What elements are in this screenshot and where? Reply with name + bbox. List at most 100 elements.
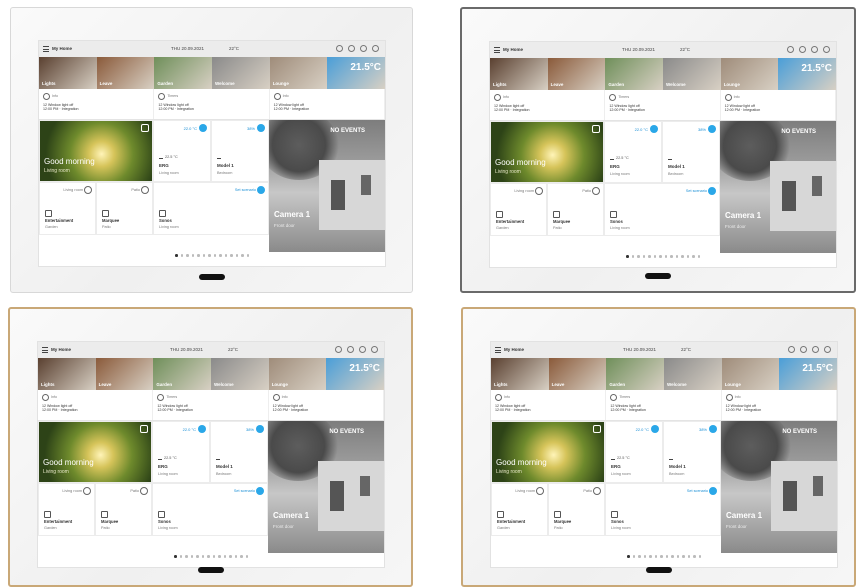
page-dot[interactable] [241,254,244,257]
page-dot[interactable] [698,555,701,558]
alarm-icon[interactable] [348,45,355,52]
greeting-tile[interactable]: Good morning Living room [490,121,604,183]
page-indicator[interactable] [491,555,837,563]
page-dot[interactable] [180,254,183,257]
page-dot[interactable] [179,555,182,558]
page-dot[interactable] [692,255,695,258]
page-dot[interactable] [686,255,689,258]
page-indicator[interactable] [39,254,385,262]
page-dot[interactable] [212,555,215,558]
page-dot[interactable] [665,555,668,558]
menu-icon[interactable] [494,47,500,53]
weather-tile[interactable]: 21.5°C [326,358,384,390]
device-tile[interactable]: Patio Marquee Patio [547,183,604,236]
page-dot[interactable] [675,255,678,258]
camera-tile[interactable]: NO EVENTS Camera 1 Front door [721,421,837,553]
settings-icon[interactable] [371,346,378,353]
status-item[interactable]: Info 12 Window light off 12:00 PM · Inte… [269,390,384,420]
page-dot[interactable] [671,555,674,558]
status-item[interactable]: Info 12 Window light off 12:00 PM · Inte… [39,89,155,119]
scenario-tile[interactable]: Lounge [721,358,780,390]
home-icon[interactable] [335,346,342,353]
device-tile[interactable]: Living room Entertainment Garden [491,483,548,536]
alarm-icon[interactable] [800,346,807,353]
page-dot[interactable] [218,555,221,558]
user-icon[interactable] [811,46,818,53]
status-item[interactable]: Info 12 Window light off 12:00 PM · Inte… [270,89,385,119]
shutter-tile[interactable]: 38% Model 1 Bedroom [663,421,721,483]
audio-tile[interactable]: Set scenario Sonos Living room [152,483,268,536]
page-dot[interactable] [664,255,667,258]
status-item[interactable]: Info 12 Window light off 12:00 PM · Inte… [722,390,837,420]
home-icon[interactable] [787,46,794,53]
page-dot[interactable] [191,254,194,257]
edit-icon[interactable] [592,125,600,133]
page-dot[interactable] [197,254,200,257]
page-dot[interactable] [643,555,646,558]
page-dot[interactable] [632,555,635,558]
settings-icon[interactable] [824,346,831,353]
scenario-tile[interactable]: Lights [38,358,96,390]
device-tile[interactable]: Patio Marquee Patio [548,483,605,536]
scenario-tile[interactable]: Leave [547,58,606,90]
camera-tile[interactable]: NO EVENTS Camera 1 Front door [268,421,384,553]
page-dot[interactable] [223,555,226,558]
page-dot[interactable] [196,555,199,558]
scenario-tile[interactable]: Welcome [211,358,269,390]
page-dot[interactable] [230,254,233,257]
user-icon[interactable] [812,346,819,353]
weather-tile[interactable]: 21.5°C [327,57,385,89]
page-dot[interactable] [208,254,211,257]
scenario-tile[interactable]: Welcome [664,358,722,390]
play-icon[interactable] [257,186,265,194]
status-item[interactable]: Info 12 Window light off 12:00 PM · Inte… [491,390,607,420]
page-dot[interactable] [245,555,248,558]
menu-icon[interactable] [42,347,48,353]
thermostat-tile[interactable]: 22.0 °C 22.5 °C ERG Living room [152,421,210,483]
scenario-tile[interactable]: Lounge [268,358,327,390]
audio-tile[interactable]: Set scenario Sonos Living room [604,183,720,236]
page-dot[interactable] [681,255,684,258]
thermostat-tile[interactable]: 22.0 °C 22.5 °C ERG Living room [153,120,211,182]
status-item[interactable]: Info 12 Window light off 12:00 PM · Inte… [490,90,606,120]
shutter-tile[interactable]: 38% Model 1 Bedroom [210,421,268,483]
page-dot[interactable] [219,254,222,257]
home-button[interactable] [198,274,225,280]
settings-icon[interactable] [823,46,830,53]
weather-tile[interactable]: 21.5°C [779,358,837,390]
device-tile[interactable]: Living room Entertainment Garden [39,182,96,235]
status-item[interactable]: Timers 12 Window light off 12:00 PM · In… [154,89,270,119]
settings-icon[interactable] [372,45,379,52]
page-dot[interactable] [660,555,663,558]
page-dot[interactable] [235,254,238,257]
scenario-tile[interactable]: Garden [154,57,213,89]
page-dot[interactable] [185,555,188,558]
page-dot[interactable] [246,254,249,257]
scenario-tile[interactable]: Welcome [212,57,270,89]
scenario-tile[interactable]: Lights [491,358,549,390]
page-dot[interactable] [670,255,673,258]
page-dot[interactable] [174,555,177,558]
page-dot[interactable] [240,555,243,558]
home-icon[interactable] [336,45,343,52]
device-tile[interactable]: Patio Marquee Patio [96,182,153,235]
scenario-tile[interactable]: Garden [606,358,665,390]
page-indicator[interactable] [490,255,836,263]
page-dot[interactable] [631,255,634,258]
shutter-tile[interactable]: 38% Model 1 Bedroom [662,121,720,183]
audio-tile[interactable]: Set scenario Sonos Living room [153,182,269,235]
page-dot[interactable] [649,555,652,558]
user-icon[interactable] [359,346,366,353]
page-dot[interactable] [234,555,237,558]
page-dot[interactable] [693,555,696,558]
shutter-tile[interactable]: 38% Model 1 Bedroom [211,120,269,182]
edit-icon[interactable] [140,425,148,433]
page-dot[interactable] [687,555,690,558]
home-button[interactable] [197,567,224,573]
page-dot[interactable] [186,254,189,257]
page-dot[interactable] [626,255,629,258]
play-icon[interactable] [709,487,717,495]
audio-tile[interactable]: Set scenario Sonos Living room [605,483,721,536]
home-icon[interactable] [788,346,795,353]
page-dot[interactable] [201,555,204,558]
